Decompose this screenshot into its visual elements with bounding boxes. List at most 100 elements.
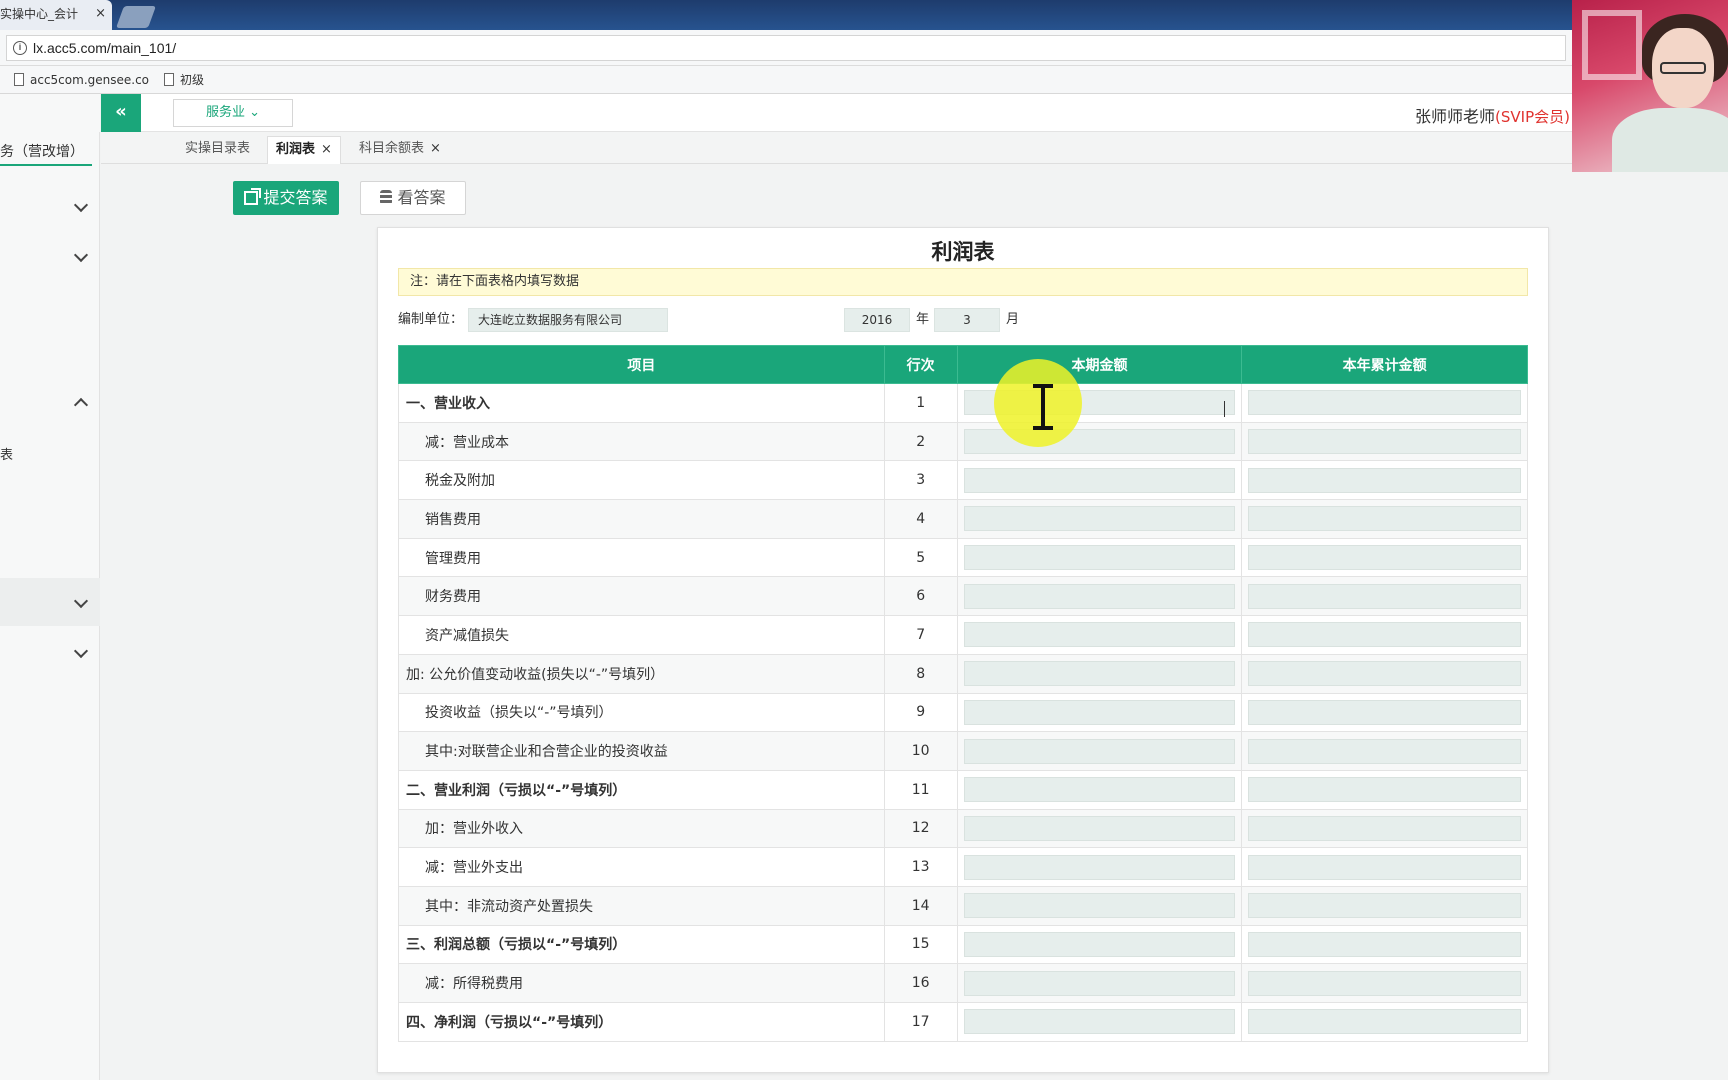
browser-tab[interactable]: 实操中心_会计 × bbox=[0, 0, 112, 30]
row-line-number: 16 bbox=[883, 963, 958, 1003]
ytd-amount-input[interactable] bbox=[1248, 545, 1521, 571]
row-item-label: 投资收益（损失以“-”号填列） bbox=[398, 692, 885, 733]
ytd-amount-input[interactable] bbox=[1248, 622, 1521, 648]
view-answer-button[interactable]: 看答案 bbox=[360, 181, 466, 215]
industry-select[interactable]: 服务业 ⌄ bbox=[173, 99, 293, 127]
current-amount-cell bbox=[956, 1002, 1243, 1042]
unit-field[interactable]: 大连屹立数据服务有限公司 bbox=[468, 308, 668, 332]
row-line-number: 4 bbox=[883, 499, 958, 539]
ytd-amount-input[interactable] bbox=[1248, 893, 1521, 919]
tab-close-icon[interactable]: × bbox=[430, 141, 441, 156]
ytd-amount-input[interactable] bbox=[1248, 467, 1521, 493]
row-line-number: 12 bbox=[883, 808, 958, 849]
table-row: 其中:对联营企业和合营企业的投资收益 10 bbox=[398, 731, 1528, 771]
sidebar-title[interactable]: 务（营改增） bbox=[0, 138, 92, 166]
current-amount-input[interactable] bbox=[963, 1009, 1236, 1035]
sidebar-subitem[interactable]: 表 bbox=[0, 444, 13, 463]
current-amount-input[interactable] bbox=[963, 931, 1236, 957]
ytd-amount-cell bbox=[1241, 615, 1528, 655]
current-amount-input[interactable] bbox=[963, 467, 1236, 493]
current-amount-input[interactable] bbox=[963, 854, 1236, 880]
sidebar-menu-3[interactable] bbox=[0, 378, 100, 426]
ytd-amount-input[interactable] bbox=[1248, 506, 1521, 532]
ytd-amount-cell bbox=[1241, 499, 1528, 539]
url-text: lx.acc5.com/main_101/ bbox=[33, 40, 177, 56]
current-amount-input[interactable] bbox=[963, 738, 1236, 764]
bookmark-chuji[interactable]: 初级 bbox=[162, 71, 204, 89]
ytd-amount-input[interactable] bbox=[1248, 854, 1521, 880]
table-row: 二、营业利润（亏损以“-”号填列） 11 bbox=[398, 769, 1528, 810]
submit-answer-button[interactable]: 提交答案 bbox=[233, 181, 339, 215]
tab-income-statement[interactable]: 利润表 × bbox=[267, 136, 341, 164]
row-item-label: 二、营业利润（亏损以“-”号填列） bbox=[398, 769, 885, 810]
current-amount-input[interactable] bbox=[963, 970, 1236, 996]
current-amount-input[interactable] bbox=[963, 622, 1236, 648]
ytd-amount-input[interactable] bbox=[1248, 699, 1521, 725]
row-item-label: 资产减值损失 bbox=[398, 615, 885, 655]
sidebar-menu-4[interactable] bbox=[0, 578, 100, 626]
ytd-amount-input[interactable] bbox=[1248, 390, 1521, 416]
current-amount-input[interactable] bbox=[963, 815, 1236, 841]
current-amount-input[interactable] bbox=[963, 893, 1236, 919]
current-amount-input[interactable] bbox=[963, 699, 1236, 725]
sidebar-menu-5[interactable] bbox=[0, 628, 100, 676]
collapse-sidebar-button[interactable]: « bbox=[101, 94, 141, 132]
row-item-label: 一、营业收入 bbox=[398, 383, 885, 423]
ytd-amount-input[interactable] bbox=[1248, 931, 1521, 957]
row-item-label: 三、利润总额（亏损以“-”号填列） bbox=[398, 924, 885, 965]
sidebar-menu-1[interactable] bbox=[0, 182, 100, 230]
bookmark-gensee[interactable]: acc5com.gensee.co bbox=[12, 71, 149, 89]
tab-label: 利润表 bbox=[276, 142, 316, 157]
chevron-down-icon bbox=[73, 643, 89, 659]
ytd-amount-input[interactable] bbox=[1248, 738, 1521, 764]
ytd-amount-cell bbox=[1241, 692, 1528, 733]
current-amount-input[interactable] bbox=[963, 429, 1236, 455]
table-row: 财务费用 6 bbox=[398, 576, 1528, 617]
year-field[interactable]: 2016 bbox=[844, 308, 910, 332]
row-line-number: 17 bbox=[883, 1002, 958, 1042]
browser-tab-title: 实操中心_会计 bbox=[0, 7, 79, 21]
new-tab-button[interactable] bbox=[115, 6, 157, 28]
ytd-amount-input[interactable] bbox=[1248, 583, 1521, 609]
current-amount-input[interactable] bbox=[963, 583, 1236, 609]
sidebar-top bbox=[0, 94, 100, 132]
tab-account-balance[interactable]: 科目余额表 × bbox=[351, 136, 449, 164]
ytd-amount-input[interactable] bbox=[1248, 429, 1521, 455]
row-item-label: 减：营业成本 bbox=[398, 421, 885, 462]
current-amount-input[interactable] bbox=[963, 661, 1236, 687]
current-amount-cell bbox=[956, 537, 1243, 578]
ytd-amount-input[interactable] bbox=[1248, 815, 1521, 841]
info-icon[interactable]: i bbox=[13, 41, 27, 55]
current-amount-input[interactable] bbox=[963, 777, 1236, 803]
month-field[interactable]: 3 bbox=[934, 308, 1000, 332]
column-header-line: 行次 bbox=[883, 345, 958, 384]
year-label: 年 bbox=[916, 312, 930, 327]
chevron-down-icon bbox=[73, 197, 89, 213]
webcam-person-glasses bbox=[1660, 62, 1706, 74]
ytd-amount-input[interactable] bbox=[1248, 1009, 1521, 1035]
month-label: 月 bbox=[1006, 312, 1020, 327]
current-amount-cell bbox=[956, 653, 1243, 694]
current-amount-input[interactable] bbox=[963, 545, 1236, 571]
user-menu[interactable]: 张师师老师(SVIP会员) bbox=[1415, 103, 1570, 127]
browser-tab-close-icon[interactable]: × bbox=[95, 0, 106, 28]
ytd-amount-cell bbox=[1241, 731, 1528, 771]
ytd-amount-input[interactable] bbox=[1248, 661, 1521, 687]
url-input[interactable]: i lx.acc5.com/main_101/ bbox=[6, 35, 1566, 61]
table-row: 其中：非流动资产处置损失 14 bbox=[398, 885, 1528, 926]
sidebar-menu-2[interactable] bbox=[0, 232, 100, 280]
tab-catalog[interactable]: 实操目录表 bbox=[177, 136, 258, 164]
chevron-down-icon bbox=[73, 593, 89, 609]
user-name: 张师师老师 bbox=[1415, 107, 1496, 126]
current-amount-input[interactable] bbox=[963, 506, 1236, 532]
table-row: 销售费用 4 bbox=[398, 499, 1528, 539]
ytd-amount-input[interactable] bbox=[1248, 777, 1521, 803]
table-row: 加：营业外收入 12 bbox=[398, 808, 1528, 849]
current-amount-cell bbox=[956, 692, 1243, 733]
row-line-number: 3 bbox=[883, 460, 958, 501]
column-header-item: 项目 bbox=[398, 345, 885, 384]
row-item-label: 加: 公允价值变动收益(损失以“-”号填列） bbox=[398, 653, 885, 694]
ytd-amount-input[interactable] bbox=[1248, 970, 1521, 996]
column-header-ytd: 本年累计金额 bbox=[1241, 345, 1528, 384]
tab-close-icon[interactable]: × bbox=[321, 142, 332, 157]
